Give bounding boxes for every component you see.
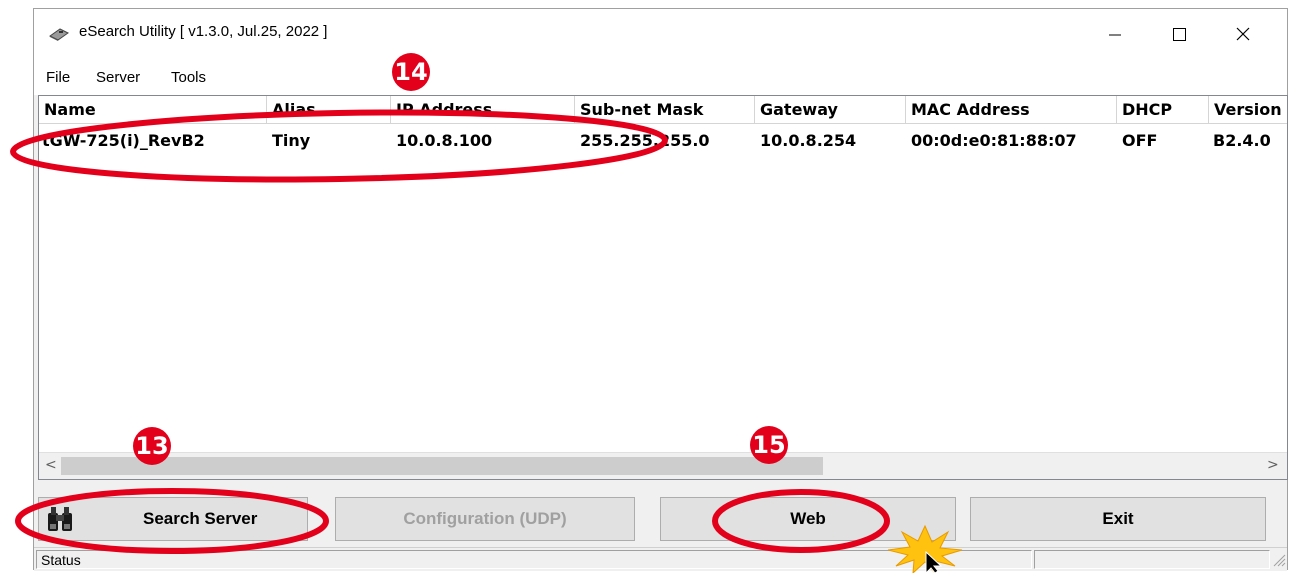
close-button[interactable] xyxy=(1220,17,1266,51)
esearch-window: eSearch Utility [ v1.3.0, Jul.25, 2022 ]… xyxy=(33,8,1288,571)
title-bar[interactable]: eSearch Utility [ v1.3.0, Jul.25, 2022 ] xyxy=(34,9,1287,59)
menu-file[interactable]: File xyxy=(46,69,70,86)
cell-ip-address: 10.0.8.100 xyxy=(396,131,493,150)
menu-tools[interactable]: Tools xyxy=(171,69,206,86)
scroll-left-arrow[interactable]: < xyxy=(45,457,57,473)
window-title: eSearch Utility [ v1.3.0, Jul.25, 2022 ] xyxy=(79,23,328,40)
step-badge-15: 15 xyxy=(750,426,788,464)
cell-gateway: 10.0.8.254 xyxy=(760,131,857,150)
scroll-thumb[interactable] xyxy=(61,457,823,475)
status-bar: Status xyxy=(34,547,1287,571)
maximize-icon xyxy=(1173,28,1186,41)
search-server-button[interactable]: Search Server xyxy=(38,497,308,541)
cell-version: B2.4.0 xyxy=(1213,131,1271,150)
horizontal-scrollbar[interactable]: < > xyxy=(39,452,1287,479)
column-header-ip-address[interactable]: IP Address xyxy=(391,96,575,124)
column-header-subnet-mask[interactable]: Sub-net Mask xyxy=(575,96,755,124)
column-header-alias[interactable]: Alias xyxy=(267,96,391,124)
close-icon xyxy=(1236,27,1250,41)
menu-server[interactable]: Server xyxy=(96,69,140,86)
web-label: Web xyxy=(790,509,826,528)
column-header-name[interactable]: Name xyxy=(39,96,267,124)
scroll-right-arrow[interactable]: > xyxy=(1267,457,1279,473)
cell-dhcp: OFF xyxy=(1122,131,1158,150)
configuration-udp-button[interactable]: Configuration (UDP) xyxy=(335,497,635,541)
server-list[interactable]: Name Alias IP Address Sub-net Mask Gatew… xyxy=(38,95,1288,480)
cell-name: tGW-725(i)_RevB2 xyxy=(42,131,205,150)
cell-alias: Tiny xyxy=(272,131,311,150)
search-server-label: Search Server xyxy=(143,509,258,528)
step-badge-14: 14 xyxy=(392,53,430,91)
minimize-icon xyxy=(1109,34,1121,36)
cell-subnet-mask: 255.255.255.0 xyxy=(580,131,710,150)
column-header-mac-address[interactable]: MAC Address xyxy=(906,96,1117,124)
column-header-version[interactable]: Version xyxy=(1209,96,1287,124)
exit-label: Exit xyxy=(1102,509,1134,528)
column-header-dhcp[interactable]: DHCP xyxy=(1117,96,1209,124)
status-panel: Status xyxy=(36,550,1032,569)
column-header-gateway[interactable]: Gateway xyxy=(755,96,906,124)
status-text: Status xyxy=(41,552,81,568)
exit-button[interactable]: Exit xyxy=(970,497,1266,541)
menu-bar: File Server Tools xyxy=(34,59,1287,95)
step-badge-13: 13 xyxy=(133,427,171,465)
web-button[interactable]: Web xyxy=(660,497,956,541)
minimize-button[interactable] xyxy=(1092,17,1138,51)
status-panel-secondary xyxy=(1034,550,1270,569)
cell-mac-address: 00:0d:e0:81:88:07 xyxy=(911,131,1077,150)
maximize-button[interactable] xyxy=(1156,17,1202,51)
resize-grip-icon[interactable] xyxy=(1270,551,1286,567)
configuration-udp-label: Configuration (UDP) xyxy=(403,509,567,528)
binoculars-icon xyxy=(48,507,72,531)
app-icon xyxy=(49,28,69,41)
